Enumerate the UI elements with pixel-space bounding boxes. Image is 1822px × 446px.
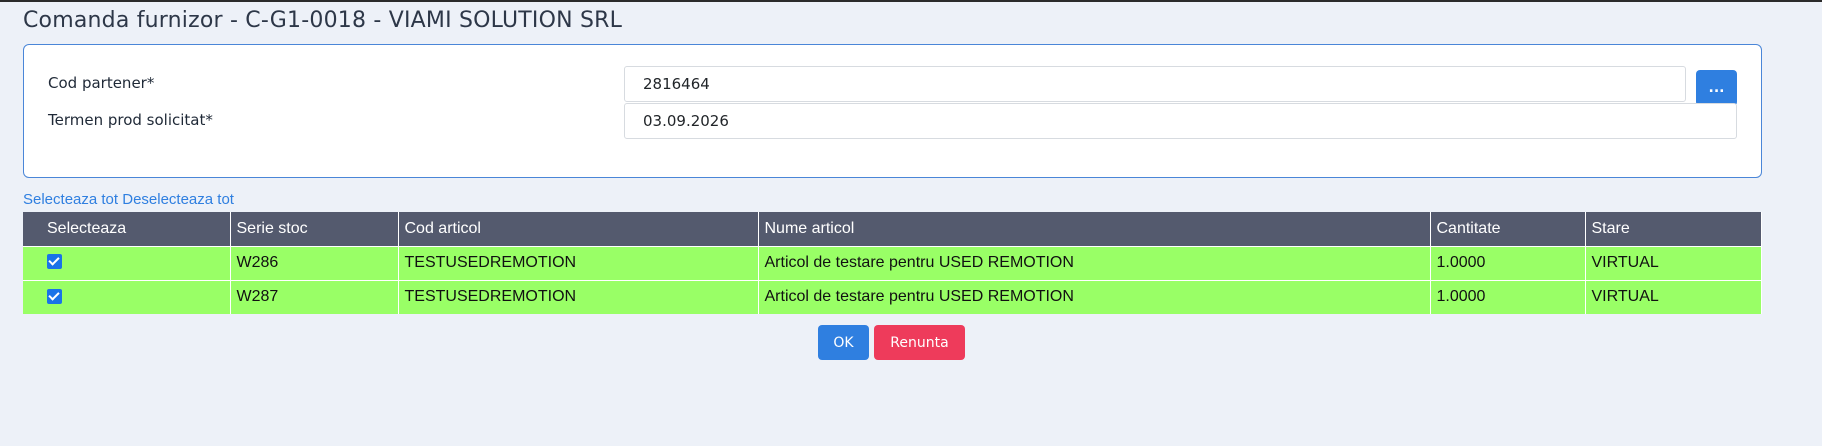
partner-code-input[interactable] [624, 66, 1686, 102]
page-title: Comanda furnizor - C-G1-0018 - VIAMI SOL… [23, 8, 623, 33]
selection-links: Selecteaza tot Deselecteaza tot [23, 191, 234, 208]
ok-button[interactable]: OK [818, 325, 869, 360]
partner-lookup-button[interactable]: ... [1696, 70, 1737, 106]
stare-cell: VIRTUAL [1585, 279, 1762, 314]
order-form-card: Cod partener* ... Termen prod solicitat* [23, 44, 1762, 178]
deselect-all-link[interactable]: Deselecteaza tot [122, 191, 234, 208]
header-select[interactable]: Selecteaza [23, 212, 231, 246]
cancel-button[interactable]: Renunta [874, 325, 965, 360]
partner-code-label: Cod partener* [48, 74, 155, 92]
select-all-link[interactable]: Selecteaza tot [23, 191, 118, 208]
table-row[interactable]: W287 TESTUSEDREMOTION Articol de testare… [23, 279, 1762, 314]
header-cantitate[interactable]: Cantitate [1430, 212, 1586, 246]
deadline-label: Termen prod solicitat* [48, 111, 213, 129]
serie-cell: W287 [230, 279, 399, 314]
row-checkbox[interactable] [47, 288, 62, 304]
cantitate-cell: 1.0000 [1430, 279, 1586, 314]
header-cod-articol[interactable]: Cod articol [398, 212, 759, 246]
row-select-cell [23, 279, 231, 314]
table-header-row: Selecteaza Serie stoc Cod articol Nume a… [23, 212, 1762, 246]
row-select-cell [23, 245, 231, 280]
header-stare[interactable]: Stare [1585, 212, 1762, 246]
items-table: Selecteaza Serie stoc Cod articol Nume a… [23, 212, 1762, 314]
table-row[interactable]: W286 TESTUSEDREMOTION Articol de testare… [23, 245, 1762, 280]
cantitate-cell: 1.0000 [1430, 245, 1586, 280]
cod-cell: TESTUSEDREMOTION [398, 245, 759, 280]
top-border [0, 0, 1822, 2]
serie-cell: W286 [230, 245, 399, 280]
nume-cell: Articol de testare pentru USED REMOTION [758, 279, 1431, 314]
deadline-input[interactable] [624, 103, 1737, 139]
cod-cell: TESTUSEDREMOTION [398, 279, 759, 314]
header-serie-stoc[interactable]: Serie stoc [230, 212, 399, 246]
header-nume-articol[interactable]: Nume articol [758, 212, 1431, 246]
nume-cell: Articol de testare pentru USED REMOTION [758, 245, 1431, 280]
stare-cell: VIRTUAL [1585, 245, 1762, 280]
row-checkbox[interactable] [47, 254, 62, 270]
